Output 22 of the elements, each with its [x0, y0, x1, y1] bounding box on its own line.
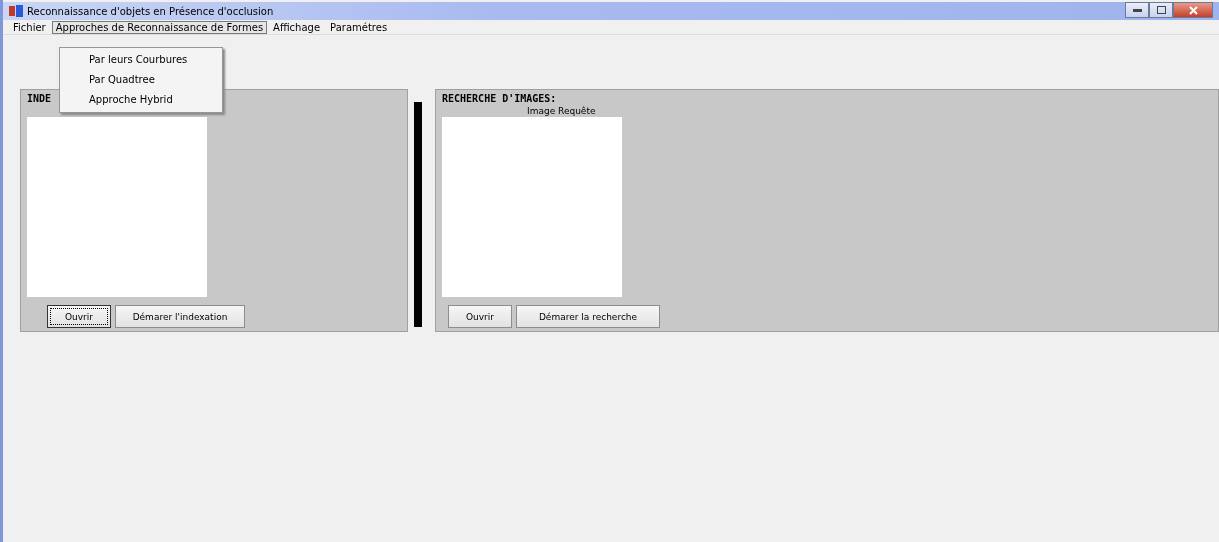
maximize-button[interactable] — [1149, 2, 1173, 18]
menu-item[interactable]: Approches de Reconnaissance de Formes — [51, 20, 268, 34]
panel-title: RECHERCHE D'IMAGES: — [442, 92, 557, 105]
window-title: Reconnaissance d'objets en Présence d'occlusion — [27, 5, 274, 17]
image-caption: Image Requête — [526, 105, 597, 117]
panel-title: INDE — [27, 92, 52, 105]
push-button[interactable]: Ouvrir — [448, 305, 512, 328]
close-icon — [1188, 5, 1198, 15]
push-button[interactable]: Ouvrir — [47, 305, 111, 328]
push-button[interactable]: Démarer la recherche — [516, 305, 660, 328]
menu-item[interactable]: Par Quadtree — [60, 70, 222, 90]
push-button[interactable]: Démarer l'indexation — [115, 305, 245, 328]
menu-item[interactable]: Affichage — [269, 20, 325, 34]
app-icon — [9, 5, 23, 17]
minimize-button[interactable] — [1125, 2, 1149, 18]
close-button[interactable] — [1173, 2, 1213, 18]
minimize-icon — [1132, 8, 1142, 12]
menu-item[interactable]: Approche Hybrid — [60, 90, 222, 110]
menu-item[interactable]: Par leurs Courbures — [60, 50, 222, 70]
menu-item[interactable]: Paramétres — [326, 20, 392, 34]
maximize-icon — [1156, 6, 1166, 14]
menu-item[interactable]: Fichier — [9, 20, 50, 34]
